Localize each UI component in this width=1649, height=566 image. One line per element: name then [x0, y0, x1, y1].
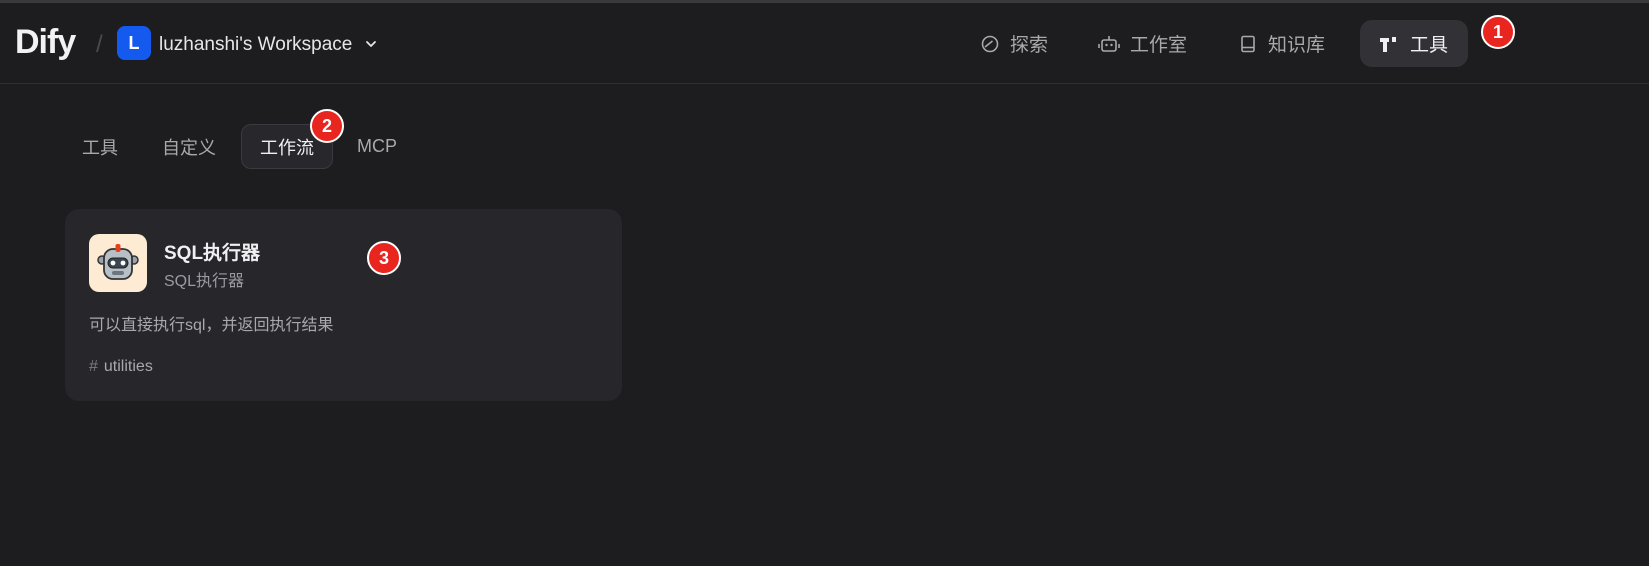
annotation-badge-1: 1	[1481, 15, 1515, 49]
tab-custom[interactable]: 自定义	[144, 124, 234, 169]
tab-builtin[interactable]: 工具	[64, 124, 136, 169]
tool-icon	[89, 234, 147, 292]
nav-explore[interactable]: 探索	[962, 20, 1066, 67]
dify-logo[interactable]: Dify	[15, 23, 76, 62]
tool-description: 可以直接执行sql，并返回执行结果	[89, 317, 334, 334]
annotation-badge-3: 3	[367, 241, 401, 275]
chevron-down-icon[interactable]	[365, 38, 377, 50]
tool-tag: # utilities	[89, 358, 153, 376]
nav-studio-label: 工作室	[1130, 35, 1188, 56]
tool-card-sql-executor[interactable]: SQL执行器 SQL执行器 可以直接执行sql，并返回执行结果 # utiliti…	[65, 209, 622, 401]
tool-title: SQL执行器	[164, 243, 261, 264]
workspace-name[interactable]: luzhanshi's Workspace	[159, 34, 352, 56]
nav-studio[interactable]: 工作室	[1080, 20, 1205, 67]
nav-knowledge[interactable]: 知识库	[1220, 20, 1343, 67]
top-navbar: Dify / L luzhanshi's Workspace 探索 工作室 知识…	[0, 3, 1649, 84]
nav-knowledge-label: 知识库	[1268, 35, 1326, 56]
workspace-avatar[interactable]: L	[117, 26, 151, 60]
tab-mcp[interactable]: MCP	[339, 124, 415, 169]
nav-tools[interactable]: 工具	[1360, 20, 1468, 67]
breadcrumb-separator: /	[96, 31, 103, 58]
book-icon	[1241, 35, 1255, 52]
robot-avatar-icon	[97, 244, 139, 280]
nav-tools-label: 工具	[1410, 35, 1449, 56]
hash-icon: #	[89, 358, 98, 375]
compass-icon	[981, 35, 999, 52]
nav-explore-label: 探索	[1010, 35, 1049, 56]
tool-tag-label: utilities	[103, 358, 153, 375]
annotation-badge-2: 2	[310, 109, 344, 143]
tools-icon	[1380, 36, 1396, 52]
tool-subtitle: SQL执行器	[164, 273, 245, 290]
robot-icon	[1098, 35, 1120, 52]
